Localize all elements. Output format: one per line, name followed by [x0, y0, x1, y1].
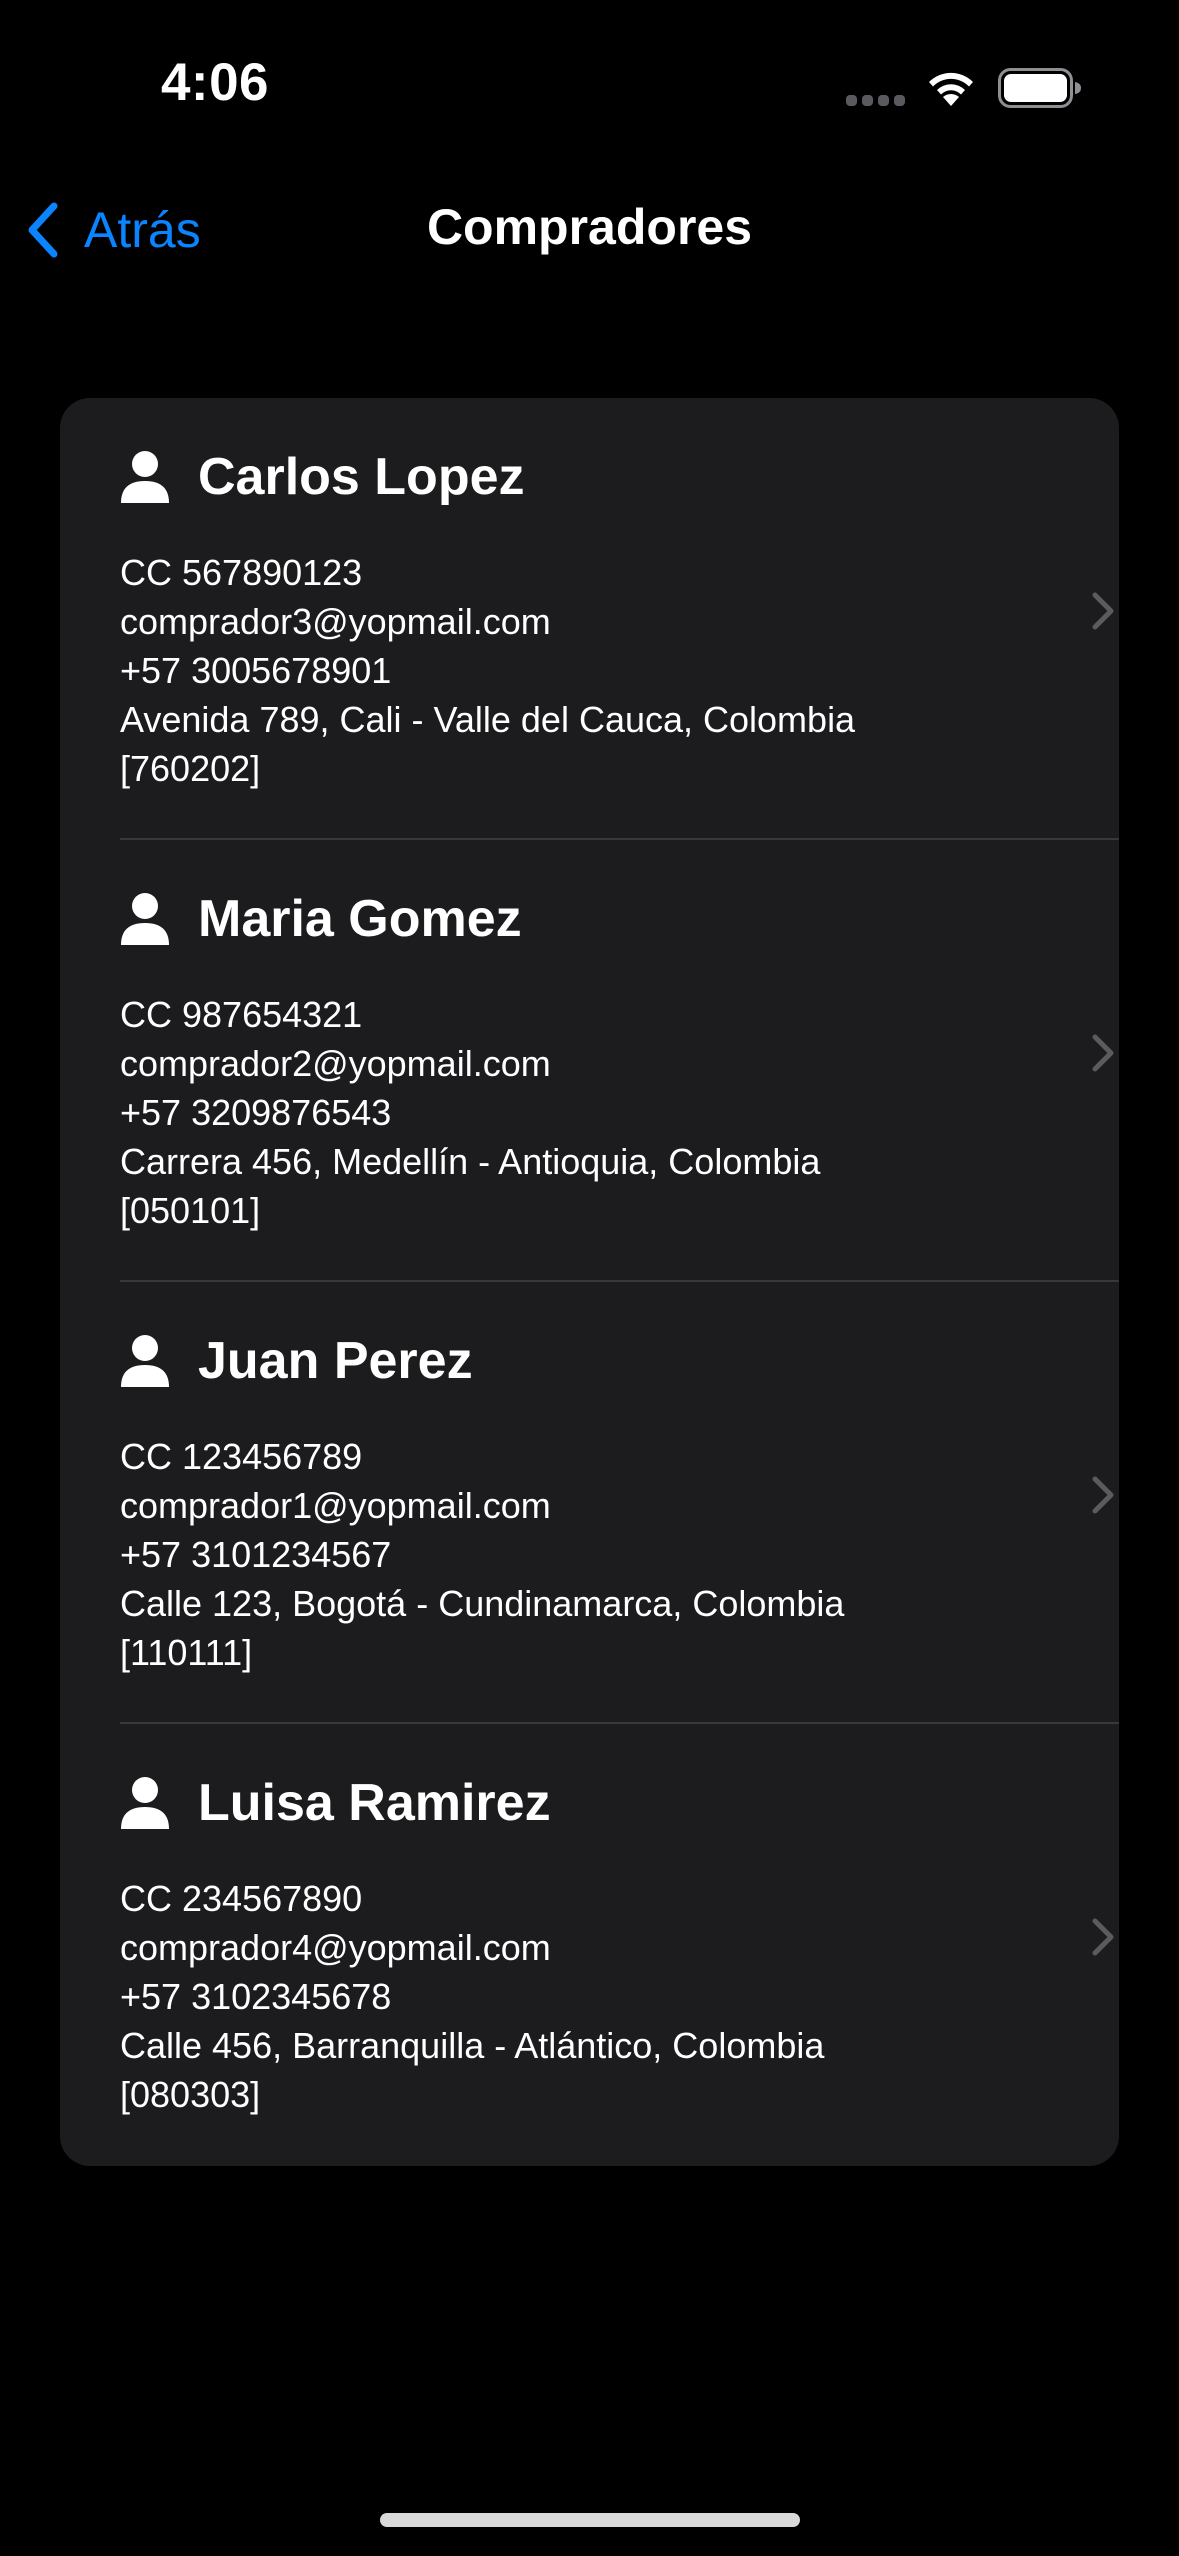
buyer-postal-code: [760202] [120, 748, 261, 789]
buyer-row[interactable]: Carlos Lopez CC 567890123 comprador3@yop… [60, 398, 1119, 840]
battery-icon [998, 68, 1081, 108]
buyer-name: Juan Perez [198, 1332, 473, 1390]
buyer-details: CC 123456789 comprador1@yopmail.com +57 … [120, 1432, 980, 1677]
buyer-address: Carrera 456, Medellín - Antioquia, Colom… [120, 1141, 821, 1182]
buyer-name: Carlos Lopez [198, 448, 525, 506]
buyer-email: comprador4@yopmail.com [120, 1927, 551, 1968]
buyer-email: comprador3@yopmail.com [120, 601, 551, 642]
chevron-right-icon [1092, 592, 1114, 630]
buyer-details: CC 567890123 comprador3@yopmail.com +57 … [120, 548, 980, 793]
buyer-name: Luisa Ramirez [198, 1774, 551, 1832]
buyer-header: Carlos Lopez [120, 444, 525, 510]
buyer-header: Luisa Ramirez [120, 1770, 551, 1836]
buyer-address: Avenida 789, Cali - Valle del Cauca, Col… [120, 699, 856, 740]
buyer-header: Juan Perez [120, 1328, 473, 1394]
buyer-address: Calle 456, Barranquilla - Atlántico, Col… [120, 2025, 825, 2066]
page-title: Compradores [426, 199, 753, 255]
buyer-document: CC 987654321 [120, 994, 363, 1035]
buyer-document: CC 123456789 [120, 1436, 363, 1477]
buyers-list: Carlos Lopez CC 567890123 comprador3@yop… [60, 398, 1119, 2166]
person-icon [121, 1335, 169, 1387]
chevron-right-icon [1092, 1476, 1114, 1514]
buyer-email: comprador2@yopmail.com [120, 1043, 551, 1084]
buyer-row[interactable]: Juan Perez CC 123456789 comprador1@yopma… [60, 1282, 1119, 1724]
buyer-details: CC 234567890 comprador4@yopmail.com +57 … [120, 1874, 980, 2119]
buyer-phone: +57 3209876543 [120, 1092, 392, 1133]
buyer-postal-code: [050101] [120, 1190, 261, 1231]
buyer-details: CC 987654321 comprador2@yopmail.com +57 … [120, 990, 980, 1235]
buyer-phone: +57 3005678901 [120, 650, 392, 691]
buyer-postal-code: [080303] [120, 2074, 261, 2115]
chevron-right-icon [1092, 1034, 1114, 1072]
buyer-postal-code: [110111] [120, 1632, 253, 1673]
buyer-email: comprador1@yopmail.com [120, 1485, 551, 1526]
navigation-bar: Atrás Compradores [0, 180, 1179, 280]
person-icon [121, 451, 169, 503]
buyer-row[interactable]: Maria Gomez CC 987654321 comprador2@yopm… [60, 840, 1119, 1282]
buyer-row[interactable]: Luisa Ramirez CC 234567890 comprador4@yo… [60, 1724, 1119, 2166]
buyer-document: CC 234567890 [120, 1878, 363, 1919]
status-time: 4:06 [160, 53, 270, 112]
status-bar: 4:06 [0, 0, 1179, 150]
buyer-address: Calle 123, Bogotá - Cundinamarca, Colomb… [120, 1583, 845, 1624]
buyer-header: Maria Gomez [120, 886, 522, 952]
wifi-icon [929, 72, 973, 106]
cellular-signal-icon [846, 95, 906, 107]
buyer-name: Maria Gomez [198, 890, 522, 948]
chevron-right-icon [1092, 1918, 1114, 1956]
buyer-phone: +57 3101234567 [120, 1534, 392, 1575]
person-icon [121, 893, 169, 945]
person-icon [121, 1777, 169, 1829]
buyer-phone: +57 3102345678 [120, 1976, 392, 2017]
buyer-document: CC 567890123 [120, 552, 363, 593]
home-indicator[interactable] [380, 2513, 800, 2527]
